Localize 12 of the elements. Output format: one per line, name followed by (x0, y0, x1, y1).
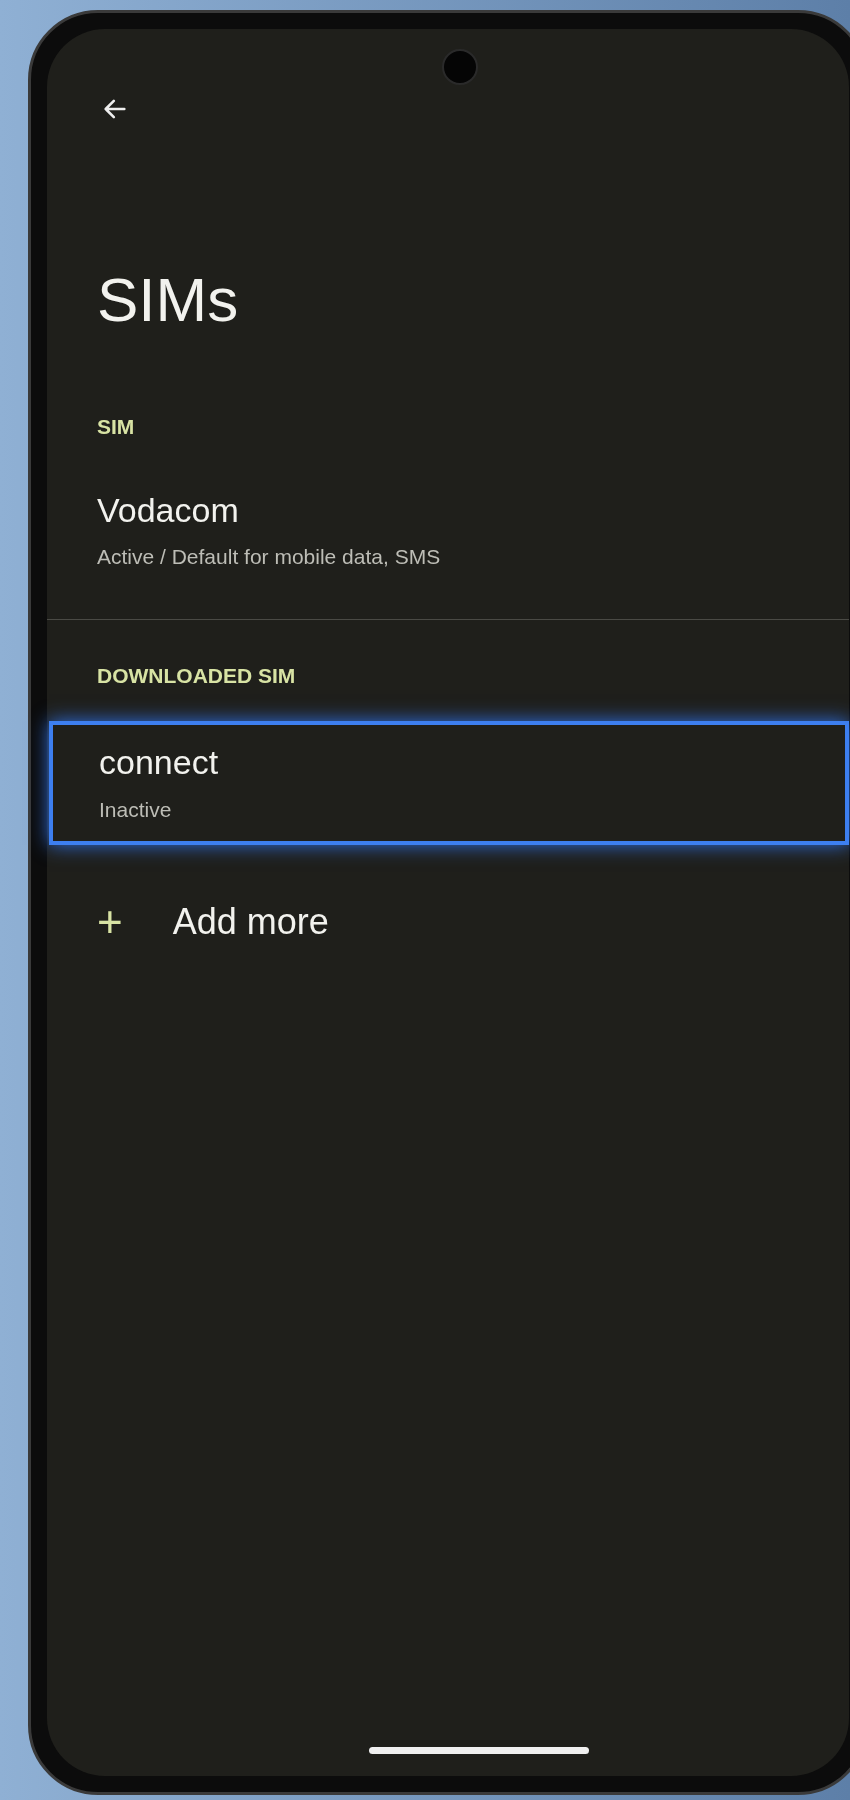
page-title: SIMs (97, 269, 240, 331)
add-more-button[interactable]: + Add more (97, 895, 849, 949)
section-header: DOWNLOADED SIM (97, 662, 297, 689)
sim-list-item[interactable]: connect Inactive (49, 721, 849, 845)
camera-icon (442, 49, 478, 85)
sim-status: Active / Default for mobile data, SMS (97, 544, 442, 570)
section-header: SIM (97, 414, 136, 440)
sim-status: Inactive (99, 796, 173, 823)
plus-icon: + (97, 900, 123, 944)
sim-name: connect (99, 742, 220, 783)
sim-list-item[interactable]: Vodacom Active / Default for mobile data, SMS (47, 472, 849, 589)
sim-name: Vodacom (97, 489, 240, 531)
